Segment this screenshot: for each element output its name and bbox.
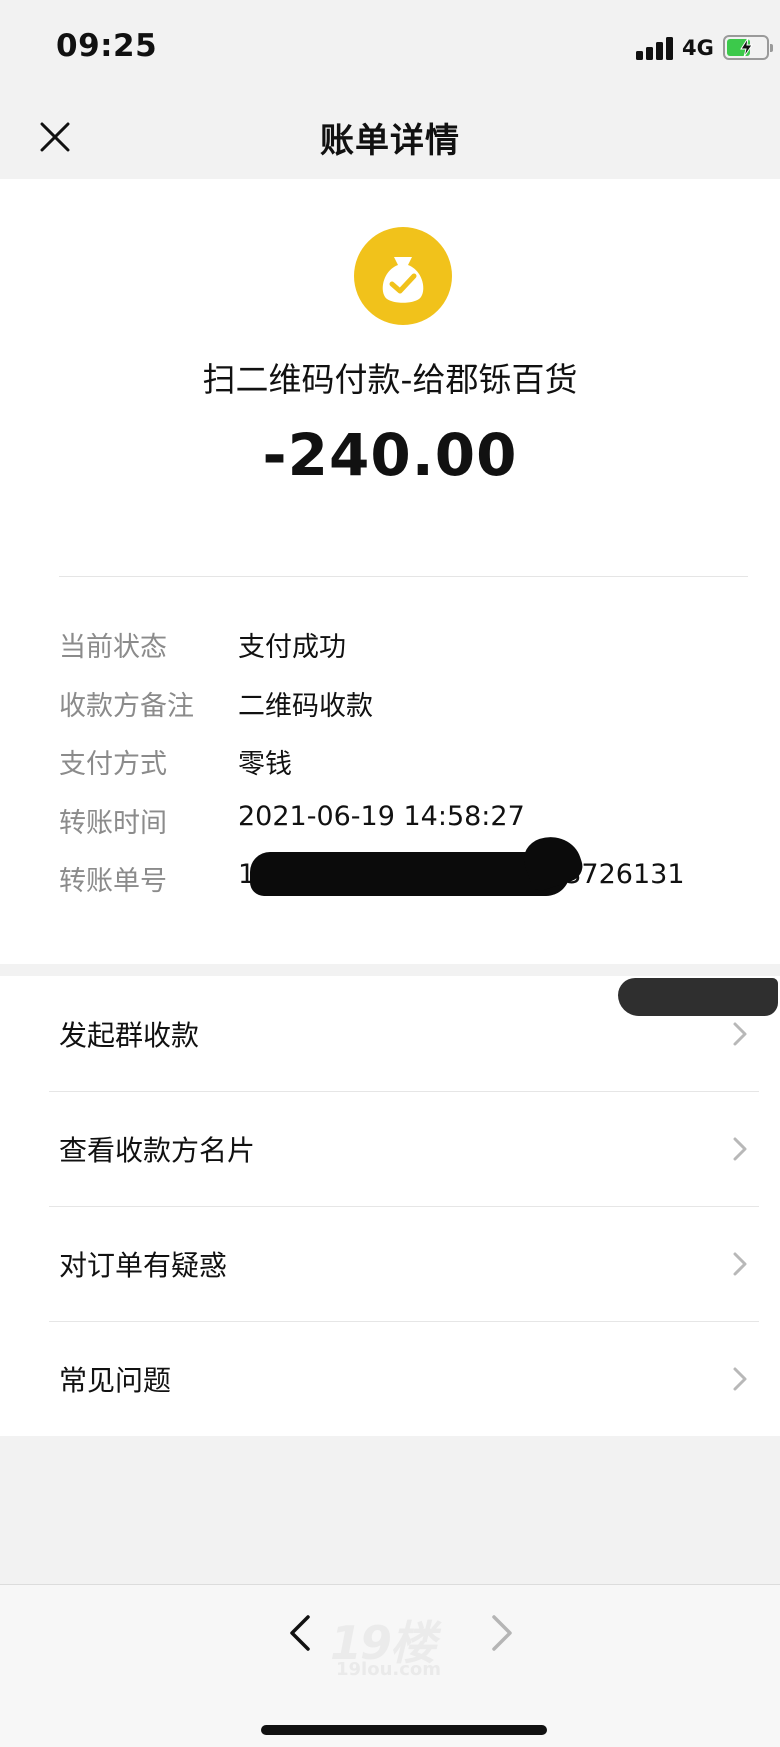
status-bar: 09:25 4G: [0, 0, 780, 95]
menu-label: 查看收款方名片: [59, 1134, 256, 1167]
chevron-right-icon: [733, 1137, 747, 1161]
home-indicator[interactable]: [261, 1725, 547, 1735]
chevron-right-icon: [733, 1252, 747, 1276]
redaction-mark: [618, 978, 778, 1016]
redaction-mark: [250, 852, 570, 896]
merchant-name: 扫二维码付款-给郡铄百货: [202, 360, 578, 399]
watermark-logo: 19楼 19lou.com: [330, 1607, 450, 1687]
menu-label: 对订单有疑惑: [59, 1249, 228, 1282]
money-bag-check-icon: [354, 227, 452, 325]
detail-label: 支付方式: [59, 749, 167, 780]
detail-row-status: 当前状态 支付成功: [59, 625, 759, 665]
menu-item-order-question[interactable]: 对订单有疑惑: [0, 1206, 780, 1321]
page-title: 账单详情: [320, 121, 460, 161]
bill-detail-screen: 09:25 4G 账单详情 扫二维码付款-给郡铄百货 -240.00 当前状态 …: [0, 0, 780, 1747]
divider: [59, 576, 748, 577]
chevron-right-icon: [733, 1022, 747, 1046]
chevron-left-icon[interactable]: [286, 1611, 314, 1655]
status-time: 09:25: [56, 28, 158, 64]
detail-value: 2021-06-19 14:58:27: [238, 801, 525, 832]
menu-label: 发起群收款: [59, 1019, 200, 1052]
chevron-right-icon[interactable]: [488, 1611, 516, 1655]
detail-value: 零钱: [238, 749, 292, 780]
watermark-site: 19lou.com: [336, 1659, 442, 1680]
cellular-signal-icon: [636, 36, 676, 60]
payment-summary-card: 扫二维码付款-给郡铄百货 -240.00 当前状态 支付成功 收款方备注 二维码…: [0, 179, 780, 964]
nav-bar: 账单详情: [0, 95, 780, 179]
detail-value: 二维码收款: [238, 691, 373, 722]
menu-item-payee-card[interactable]: 查看收款方名片: [0, 1091, 780, 1206]
detail-row-transfer-time: 转账时间 2021-06-19 14:58:27: [59, 801, 759, 841]
detail-label: 收款方备注: [59, 691, 194, 722]
payment-amount: -240.00: [262, 421, 518, 489]
browser-toolbar: 19楼 19lou.com: [0, 1584, 780, 1747]
detail-label: 转账时间: [59, 808, 167, 839]
detail-value: 支付成功: [238, 632, 346, 663]
detail-row-payment-method: 支付方式 零钱: [59, 742, 759, 782]
detail-label: 当前状态: [59, 632, 167, 663]
action-menu: 发起群收款 查看收款方名片 对订单有疑惑 常见问题: [0, 976, 780, 1436]
chevron-right-icon: [733, 1367, 747, 1391]
network-type: 4G: [682, 36, 714, 60]
detail-row-payee-note: 收款方备注 二维码收款: [59, 684, 759, 724]
battery-icon: [723, 35, 773, 60]
detail-label: 转账单号: [59, 866, 167, 897]
charging-bolt-icon: [740, 37, 753, 58]
menu-label: 常见问题: [59, 1364, 172, 1397]
menu-item-faq[interactable]: 常见问题: [0, 1321, 780, 1436]
